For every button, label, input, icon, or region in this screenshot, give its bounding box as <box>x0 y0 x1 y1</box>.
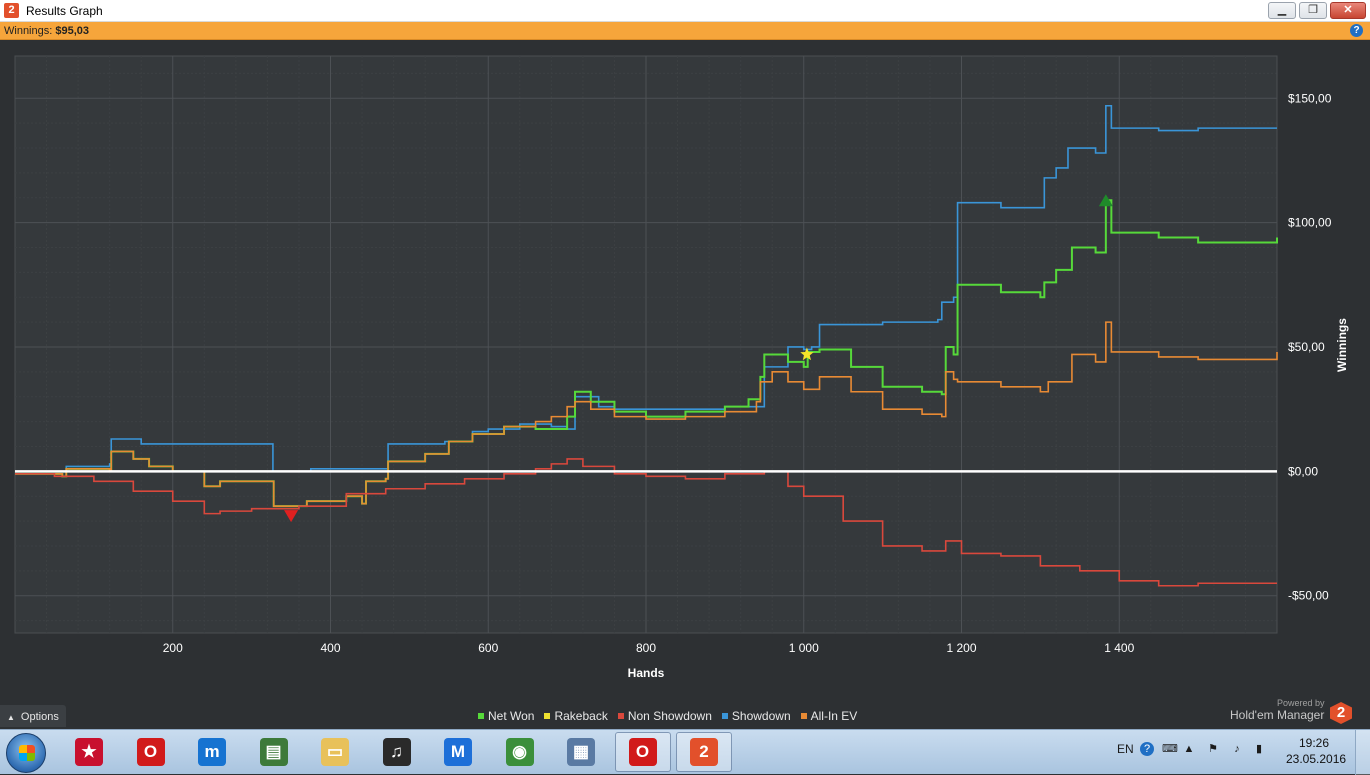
legend-item-non-showdown[interactable]: Non Showdown <box>617 708 712 724</box>
volume-icon[interactable]: ♪ <box>1230 742 1244 756</box>
legend-label: Net Won <box>488 709 535 723</box>
legend-label: Non Showdown <box>627 709 712 723</box>
x-tick-label: 1 000 <box>789 641 819 655</box>
chrome-icon: ◉ <box>505 738 534 766</box>
clock-date[interactable]: 23.05.2016 <box>1286 752 1346 766</box>
legend-label: Rakeback <box>554 709 608 723</box>
legend-item-showdown[interactable]: Showdown <box>721 708 791 724</box>
restore-icon: ❐ <box>1308 4 1318 16</box>
legend-item-all-in-ev[interactable]: All-In EV <box>800 708 858 724</box>
y-tick-label: $100,00 <box>1288 216 1332 230</box>
title-bar: 2 Results Graph ▁ ❐ ✕ <box>0 0 1370 22</box>
y-tick-label: $150,00 <box>1288 91 1332 105</box>
close-icon: ✕ <box>1343 4 1353 16</box>
opera-taskbar-button[interactable]: O <box>123 732 179 772</box>
legend-swatch <box>721 713 728 719</box>
taskbar: ★ Om ▤ ▭ ♫ M ◉ ▦ O 2 EN ? ⌨ ▲ ⚑ ♪ ▮ 19:26 23.05.2… <box>0 729 1370 775</box>
legend-item-rakeback[interactable]: Rakeback <box>544 708 608 724</box>
x-axis-title: Hands <box>628 666 665 680</box>
x-tick-label: 600 <box>478 641 498 655</box>
legend-label: Showdown <box>731 709 791 723</box>
headphones-app-taskbar-button[interactable]: ♫ <box>369 732 425 772</box>
pokerstars-taskbar-button[interactable]: ★ <box>61 732 117 772</box>
chart-legend: Net Won Rakeback Non Showdown Showdown All-I… <box>478 708 857 724</box>
language-indicator[interactable]: EN <box>1117 742 1134 756</box>
holdem-manager-taskbar-button[interactable]: 2 <box>676 732 732 772</box>
show-desktop-button[interactable] <box>1355 730 1370 775</box>
legend-swatch <box>544 713 551 719</box>
x-tick-label: 1 200 <box>946 641 976 655</box>
winnings-label: Winnings: <box>4 25 53 37</box>
window-title: Results Graph <box>26 4 103 18</box>
file-explorer-icon: ▭ <box>321 738 349 766</box>
options-button[interactable]: ▲ Options <box>0 705 66 727</box>
winnings-bar: Winnings: $95,03 ? <box>0 22 1370 40</box>
network-icon[interactable]: ▮ <box>1252 742 1266 756</box>
x-tick-label: 1 400 <box>1104 641 1134 655</box>
system-monitor-taskbar-button[interactable]: ▤ <box>246 732 302 772</box>
opera-window-taskbar-button[interactable]: O <box>614 732 671 772</box>
x-tick-label: 400 <box>320 641 340 655</box>
system-monitor-icon: ▤ <box>259 738 288 766</box>
headphones-app-icon: ♫ <box>382 738 411 766</box>
maxthon-icon: m <box>198 738 226 766</box>
help-icon[interactable]: ? <box>1350 24 1363 37</box>
legend-label: All-In EV <box>810 709 858 723</box>
pokerstars-icon: ★ <box>75 738 103 766</box>
results-graph: 200 400 600 800 1 000 1 200 1 400 $150,00 $100,… <box>14 55 1349 680</box>
touch-keyboard-icon[interactable]: ⌨ <box>1162 742 1178 756</box>
y-tick-label: $50,00 <box>1288 340 1325 354</box>
legend-item-net-won[interactable]: Net Won <box>478 708 534 724</box>
chrome-taskbar-button[interactable]: ◉ <box>492 732 548 772</box>
legend-swatch <box>800 713 807 719</box>
powered-by-text: Powered by <box>1277 698 1325 708</box>
opera-icon: O <box>136 738 165 766</box>
opera-window-icon: O <box>628 738 657 766</box>
close-button[interactable]: ✕ <box>1330 2 1366 19</box>
start-button[interactable] <box>6 733 46 773</box>
x-tick-label: 800 <box>636 641 656 655</box>
y-axis-title: Winnings <box>1335 318 1349 372</box>
chevron-up-icon: ▲ <box>7 713 15 722</box>
calculator-taskbar-button[interactable]: ▦ <box>553 732 609 772</box>
malwarebytes-icon: M <box>444 738 472 766</box>
x-tick-label: 200 <box>163 641 183 655</box>
file-explorer-taskbar-button[interactable]: ▭ <box>307 732 363 772</box>
show-hidden-icons-icon[interactable]: ▲ <box>1182 742 1196 756</box>
winnings-summary: Winnings: $95,03 <box>4 25 89 37</box>
help-tray-icon[interactable]: ? <box>1140 742 1154 756</box>
clock-time[interactable]: 19:26 <box>1299 736 1329 750</box>
legend-swatch <box>617 713 624 719</box>
winnings-value: $95,03 <box>55 25 90 37</box>
holdem-manager-app-icon: 2 <box>4 3 19 18</box>
maxthon-taskbar-button[interactable]: m <box>184 732 240 772</box>
malwarebytes-taskbar-button[interactable]: M <box>430 732 486 772</box>
y-tick-label: $0,00 <box>1288 464 1318 478</box>
options-label: Options <box>20 711 59 723</box>
action-center-icon[interactable]: ⚑ <box>1206 742 1220 756</box>
holdem-manager-icon: 2 <box>690 738 718 766</box>
legend-swatch <box>478 713 484 719</box>
brand-name: Hold'em Manager <box>1230 708 1325 722</box>
y-tick-label: -$50,00 <box>1288 589 1329 603</box>
restore-button[interactable]: ❐ <box>1299 2 1327 19</box>
calculator-icon: ▦ <box>567 738 595 766</box>
minimize-button[interactable]: ▁ <box>1268 2 1296 19</box>
minimize-icon: ▁ <box>1277 4 1287 16</box>
